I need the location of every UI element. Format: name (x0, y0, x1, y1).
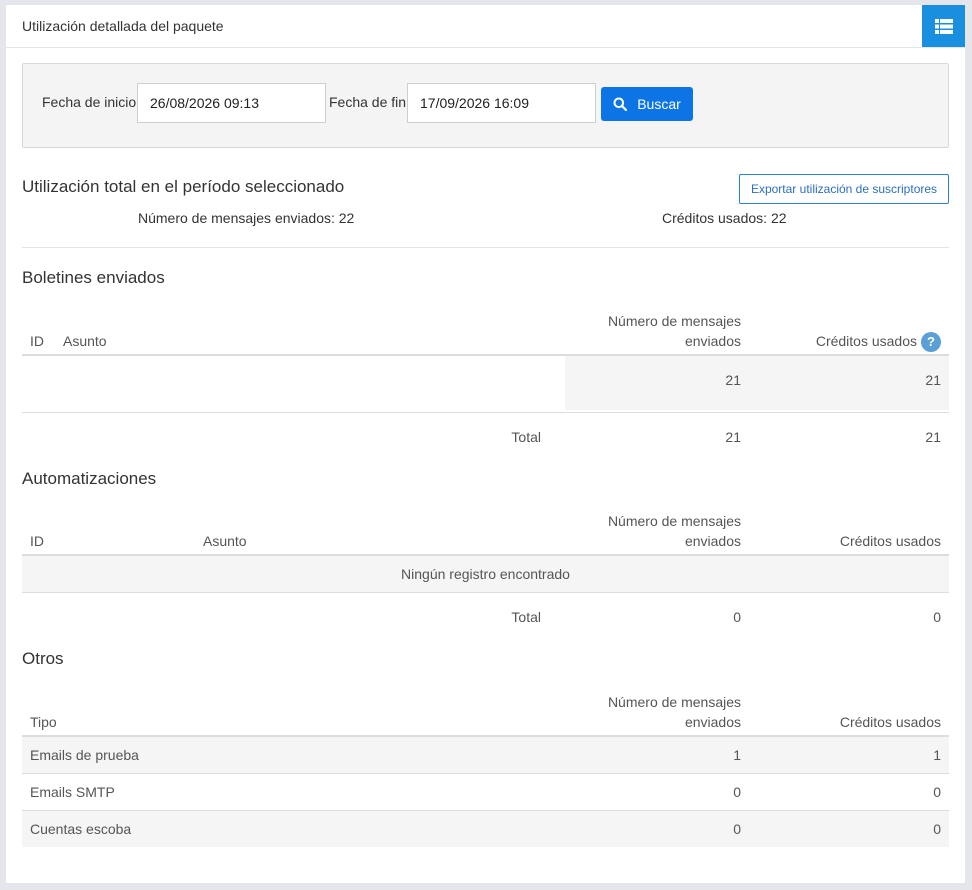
credits-used-stat: Créditos usados: 22 (662, 210, 787, 226)
col-messages-line1: Número de mensajes (607, 694, 741, 710)
col-messages-line2: enviados (684, 333, 741, 349)
col-messages-line2: enviados (684, 533, 741, 549)
automations-total-credits: 0 (933, 609, 941, 625)
end-date-label: Fecha de fin (329, 94, 407, 110)
panel-header: Utilización detallada del paquete (6, 5, 965, 48)
newsletters-col-messages[interactable]: Número de mensajes enviados (562, 311, 741, 351)
list-view-button[interactable] (922, 5, 965, 47)
table-footer-border (22, 592, 949, 593)
newsletters-total-messages: 21 (725, 429, 741, 445)
search-button[interactable]: Buscar (601, 87, 693, 121)
others-row-messages: 1 (733, 747, 741, 763)
empty-message: Ningún registro encontrado (401, 566, 570, 582)
newsletters-title: Boletines enviados (22, 268, 165, 287)
automations-title: Automatizaciones (22, 469, 157, 488)
divider (22, 247, 949, 248)
search-icon (613, 97, 628, 111)
end-date-input[interactable] (407, 83, 596, 123)
help-icon[interactable]: ? (921, 332, 941, 353)
newsletters-col-subject[interactable]: Asunto (63, 331, 107, 351)
automations-col-credits[interactable]: Créditos usados (752, 531, 941, 551)
automations-total-messages: 0 (733, 609, 741, 625)
others-col-type[interactable]: Tipo (30, 712, 57, 732)
others-row-messages: 0 (733, 784, 741, 800)
others-row-type: Cuentas escoba (30, 821, 132, 837)
panel-content: Fecha de inicio Fecha de fin Buscar Util… (22, 63, 949, 847)
package-usage-panel: Utilización detallada del paquete Fecha … (6, 5, 965, 883)
col-messages-line2: enviados (684, 714, 741, 730)
others-row-type: Emails SMTP (30, 784, 115, 800)
list-icon (934, 18, 953, 34)
automations-col-subject[interactable]: Asunto (203, 531, 247, 551)
summary-title: Utilización total en el período seleccio… (22, 177, 345, 196)
messages-sent-stat: Número de mensajes enviados: 22 (138, 210, 355, 226)
col-messages-line1: Número de mensajes (607, 313, 741, 329)
others-col-credits[interactable]: Créditos usados (752, 712, 941, 732)
export-subscribers-button[interactable]: Exportar utilización de suscriptores (739, 174, 949, 204)
others-row-messages: 0 (733, 821, 741, 837)
newsletters-total-credits: 21 (925, 429, 941, 445)
newsletters-col-id[interactable]: ID (30, 331, 44, 351)
table-footer-border (22, 412, 949, 413)
automations-col-id[interactable]: ID (30, 531, 44, 551)
others-row-type: Emails de prueba (30, 747, 139, 763)
newsletter-row-messages: 21 (725, 372, 741, 388)
date-filter-box: Fecha de inicio Fecha de fin Buscar (22, 63, 949, 148)
others-title: Otros (22, 649, 64, 668)
newsletter-row-credits: 21 (925, 372, 941, 388)
newsletters-col-credits[interactable]: Créditos usados? (752, 331, 941, 353)
search-button-label: Buscar (637, 96, 681, 112)
others-col-messages[interactable]: Número de mensajes enviados (562, 692, 741, 732)
automations-col-messages[interactable]: Número de mensajes enviados (562, 511, 741, 551)
others-row-credits: 0 (933, 784, 941, 800)
others-row-credits: 1 (933, 747, 941, 763)
start-date-input[interactable] (137, 83, 326, 123)
newsletters-total-label: Total (511, 429, 541, 445)
col-messages-line1: Número de mensajes (607, 513, 741, 529)
col-credits-label: Créditos usados (815, 333, 917, 349)
others-row-credits: 0 (933, 821, 941, 837)
panel-title: Utilización detallada del paquete (22, 18, 224, 34)
automations-total-label: Total (511, 609, 541, 625)
row-divider (22, 773, 949, 774)
start-date-label: Fecha de inicio (42, 94, 137, 110)
